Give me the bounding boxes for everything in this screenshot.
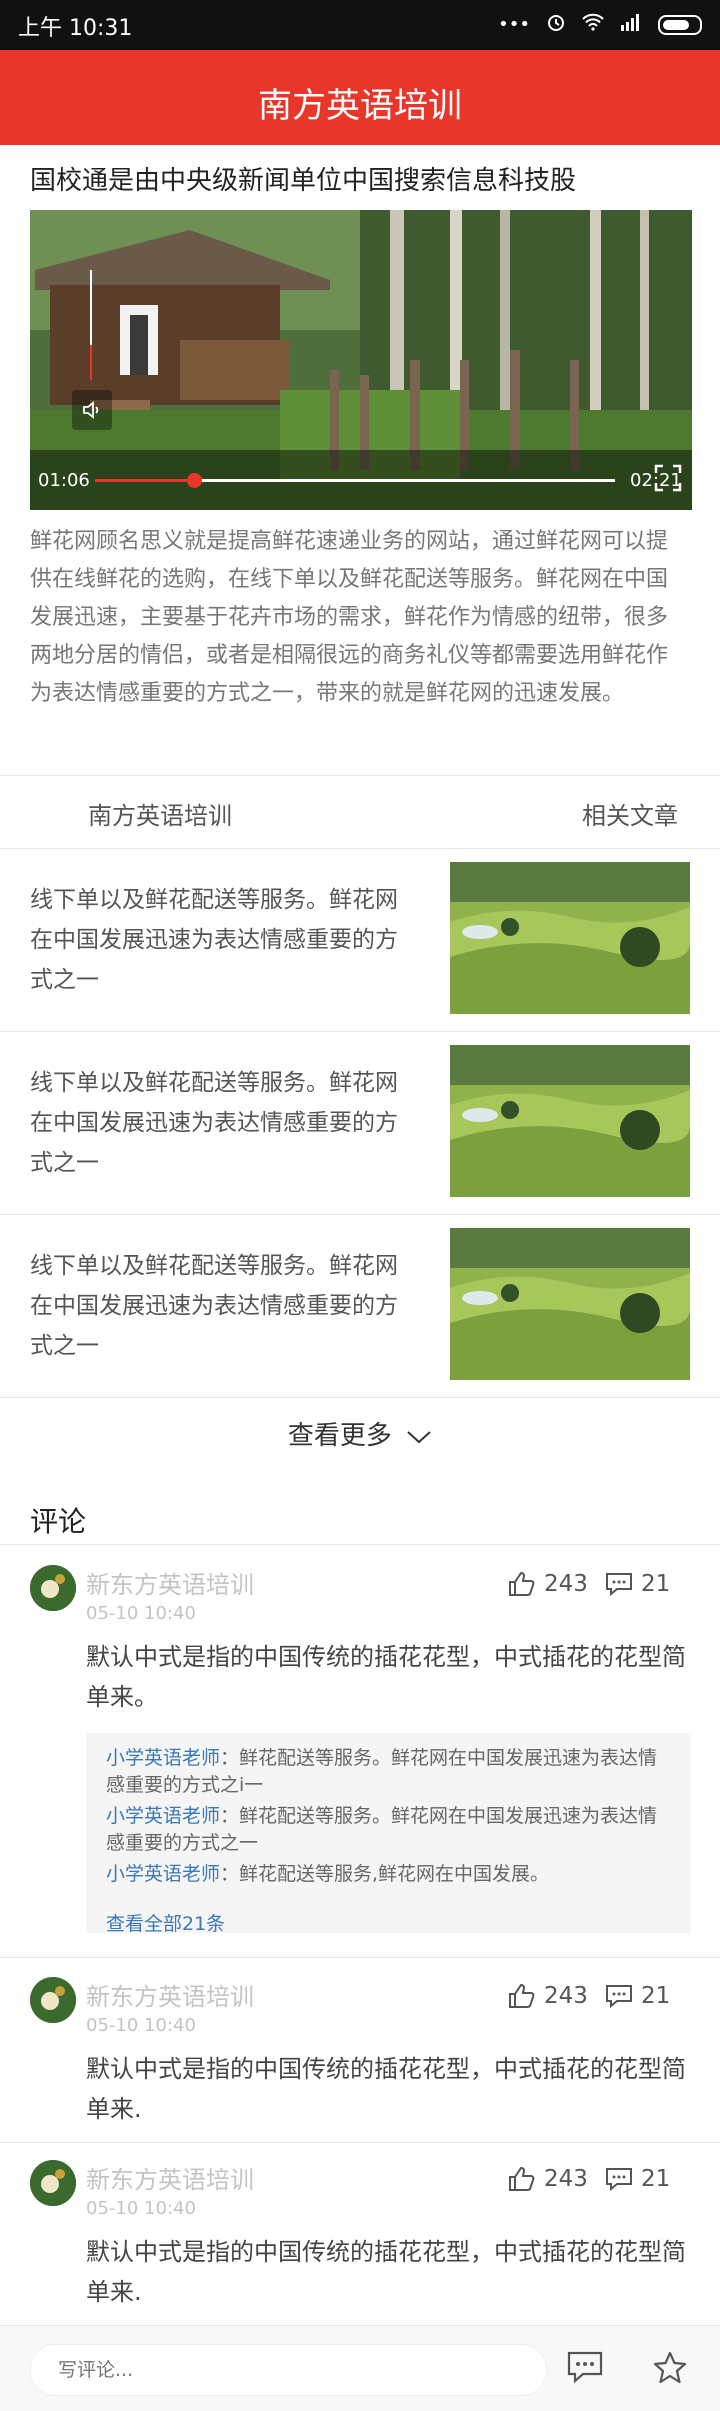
article-item-text: 线下单以及鲜花配送等服务。鲜花网在中国发展迅速为表达情感重要的方式之一 [30, 887, 398, 993]
video-progress-knob[interactable] [186, 473, 202, 488]
article-headline: 国校通是由中央级新闻单位中国搜索信息科技股 [30, 166, 577, 196]
reply-count: 21 [641, 1571, 671, 1597]
video-player[interactable]: 01:06 02:21 [30, 210, 692, 510]
like-count: 243 [544, 1983, 588, 2009]
reply-item: 小学英语老师：鲜花配送等服务。鲜花网在中国发展迅速为表达情感重要的方式之一 [106, 1803, 676, 1857]
comments-icon[interactable] [566, 2350, 604, 2388]
comment-text: 默认中式是指的中国传统的插花花型，中式插花的花型简单来。 [86, 1643, 686, 1711]
battery-icon [658, 14, 702, 35]
divider [0, 2142, 720, 2143]
reply-block: 小学英语老师：鲜花配送等服务。鲜花网在中国发展迅速为表达情感重要的方式之i一 小… [86, 1733, 691, 1936]
comment-date: 05-10 10:40 [86, 2198, 196, 2219]
like-count: 243 [544, 2166, 588, 2192]
video-progress-track[interactable] [95, 473, 615, 488]
reply-text: ：鲜花配送等服务,鲜花网在中国发展。 [220, 1863, 550, 1885]
reply-count: 21 [641, 1983, 671, 2009]
comment-icon [606, 1985, 632, 2008]
thumbs-up-icon [509, 2166, 535, 2191]
comment-author[interactable]: 新东方英语培训 [86, 2160, 254, 2195]
tab-related-articles[interactable]: 相关文章 [582, 796, 678, 831]
article-item-text: 线下单以及鲜花配送等服务。鲜花网在中国发展迅速为表达情感重要的方式之一 [30, 1253, 398, 1359]
video-progress-fill [95, 479, 194, 482]
view-more-button[interactable]: 查看更多 [0, 1415, 720, 1452]
like-button[interactable]: 243 [508, 1983, 588, 2009]
article-thumbnail [450, 1045, 690, 1197]
comment-date: 05-10 10:40 [86, 1603, 196, 1624]
content-tabs: 南方英语培训 相关文章 [0, 775, 720, 849]
comment-icon [606, 2168, 632, 2191]
avatar[interactable] [30, 2160, 76, 2206]
comment-input-box[interactable] [30, 2344, 547, 2396]
avatar[interactable] [30, 1977, 76, 2023]
fullscreen-icon[interactable] [654, 464, 682, 492]
reply-item: 小学英语老师：鲜花配送等服务。鲜花网在中国发展迅速为表达情感重要的方式之i一 [106, 1745, 676, 1799]
list-item[interactable]: 线下单以及鲜花配送等服务。鲜花网在中国发展迅速为表达情感重要的方式之一 [0, 848, 720, 1032]
signal-icon [620, 13, 642, 36]
reply-author[interactable]: 小学英语老师 [106, 1805, 220, 1827]
comments-title: 评论 [30, 1505, 87, 1538]
comment-author[interactable]: 新东方英语培训 [86, 1977, 254, 2012]
reply-count: 21 [641, 2166, 671, 2192]
status-icons: ••• [498, 12, 702, 37]
more-dots-icon: ••• [498, 14, 530, 35]
volume-fill [90, 344, 92, 380]
chevron-down-icon [407, 1430, 431, 1443]
comment-input[interactable] [56, 2345, 530, 2395]
article-thumbnail [450, 862, 690, 1014]
view-all-replies-link[interactable]: 查看全部21条 [106, 1909, 225, 1936]
alarm-icon [546, 12, 566, 37]
volume-icon[interactable] [72, 390, 112, 430]
reply-button[interactable]: 21 [605, 1983, 670, 2009]
comment-text: 默认中式是指的中国传统的插花花型，中式插花的花型简单来. [86, 2055, 686, 2123]
view-more-label: 查看更多 [287, 1421, 392, 1451]
thumbs-up-icon [509, 1983, 535, 2008]
app-bar: 南方英语培训 [0, 50, 720, 145]
reply-item: 小学英语老师：鲜花配送等服务,鲜花网在中国发展。 [106, 1861, 676, 1888]
like-button[interactable]: 243 [508, 1571, 588, 1597]
app-title: 南方英语培训 [258, 86, 462, 126]
comment-icon [606, 1573, 632, 1596]
star-icon[interactable] [652, 2350, 690, 2388]
reply-button[interactable]: 21 [605, 2166, 670, 2192]
status-time: 上午 10:31 [18, 16, 133, 41]
comment-text: 默认中式是指的中国传统的插花花型，中式插花的花型简单来. [86, 2238, 686, 2306]
article-description: 鲜花网顾名思义就是提高鲜花速递业务的网站，通过鲜花网可以提供在线鲜花的选购，在线… [30, 529, 669, 706]
divider [0, 1957, 720, 1958]
like-button[interactable]: 243 [508, 2166, 588, 2192]
article-item-text: 线下单以及鲜花配送等服务。鲜花网在中国发展迅速为表达情感重要的方式之一 [30, 1070, 398, 1176]
comment-author[interactable]: 新东方英语培训 [86, 1565, 254, 1600]
comment-date: 05-10 10:40 [86, 2015, 196, 2036]
comment-bar [0, 2325, 720, 2411]
article-thumbnail [450, 1228, 690, 1380]
tab-nanfang[interactable]: 南方英语培训 [88, 796, 232, 831]
avatar[interactable] [30, 1565, 76, 1611]
video-controls: 01:06 02:21 [30, 450, 692, 510]
list-item[interactable]: 线下单以及鲜花配送等服务。鲜花网在中国发展迅速为表达情感重要的方式之一 [0, 1031, 720, 1215]
reply-author[interactable]: 小学英语老师 [106, 1747, 220, 1769]
video-current-time: 01:06 [38, 470, 90, 491]
list-item[interactable]: 线下单以及鲜花配送等服务。鲜花网在中国发展迅速为表达情感重要的方式之一 [0, 1214, 720, 1398]
thumbs-up-icon [509, 1571, 535, 1596]
wifi-icon [582, 13, 604, 36]
reply-button[interactable]: 21 [605, 1571, 670, 1597]
divider [0, 1544, 720, 1545]
reply-author[interactable]: 小学英语老师 [106, 1863, 220, 1885]
like-count: 243 [544, 1571, 588, 1597]
status-bar: 上午 10:31 ••• [0, 0, 720, 50]
